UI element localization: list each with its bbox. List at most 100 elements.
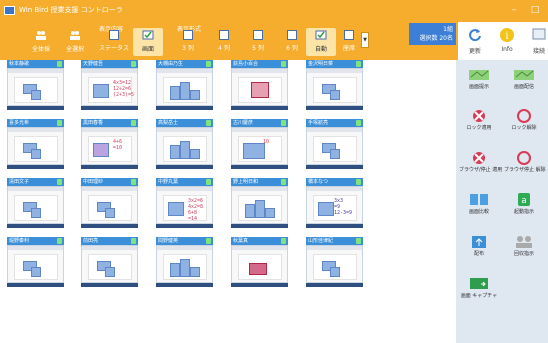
thumbnail-document bbox=[88, 195, 132, 221]
maximize-button[interactable]: □ bbox=[527, 3, 543, 18]
status-lock-icon bbox=[281, 179, 286, 185]
student-tile[interactable]: 山形佳津紀 bbox=[306, 237, 363, 287]
panel-button-screen-compare[interactable]: 画面比較 bbox=[459, 188, 499, 226]
student-screen-thumbnail[interactable]: 10 bbox=[231, 127, 288, 165]
student-screen-thumbnail[interactable] bbox=[306, 127, 363, 165]
status-lock-icon bbox=[206, 120, 211, 126]
refresh-button[interactable]: 更新 bbox=[460, 24, 490, 58]
thumbnail-shape bbox=[180, 141, 190, 159]
student-tile[interactable]: 金沢明日菜 bbox=[306, 60, 363, 110]
student-tile[interactable]: 秋葉真 bbox=[231, 237, 288, 287]
student-tile[interactable]: 黒田春香 4+6 =10 bbox=[81, 119, 138, 169]
screen-view-button[interactable]: 画面 bbox=[133, 28, 163, 56]
info-button[interactable]: i Info bbox=[492, 24, 522, 58]
student-screen-thumbnail[interactable]: 4+6 =10 bbox=[81, 127, 138, 165]
student-tile[interactable]: 橋本なつ 3x3 =9 12-3=9 bbox=[306, 178, 363, 228]
student-tile-header: 中野丸葉 bbox=[156, 178, 213, 186]
student-screen-thumbnail[interactable] bbox=[7, 186, 64, 224]
student-tile[interactable]: 秋本静歌 bbox=[7, 60, 64, 110]
layout-5-columns-button[interactable]: 5 列 bbox=[243, 28, 273, 56]
student-tile[interactable]: 古川慶彦 10 bbox=[231, 119, 288, 169]
layout-4-columns-button[interactable]: 4 列 bbox=[209, 28, 239, 56]
student-tile[interactable]: 前田亮 bbox=[81, 237, 138, 287]
student-tile-header: 秋本静歌 bbox=[7, 60, 64, 68]
student-tile[interactable]: 手塚航亮 bbox=[306, 119, 363, 169]
select-all-students-button[interactable]: 全体採 bbox=[26, 28, 56, 56]
minimize-button[interactable]: – bbox=[506, 3, 522, 18]
student-name: 前田亮 bbox=[83, 238, 99, 244]
select-students-button[interactable]: 全選択 bbox=[60, 28, 90, 56]
student-screen-thumbnail[interactable]: 3x3 =9 12-3=9 bbox=[306, 186, 363, 224]
thumbnail-document bbox=[163, 136, 207, 162]
layout-seat-button[interactable]: 座席 bbox=[334, 28, 364, 56]
panel-button-screen-distribute[interactable]: 画面配信 bbox=[504, 63, 544, 101]
status-view-button[interactable]: ステータス bbox=[99, 28, 129, 56]
panel-button-lock-apply[interactable]: ロック適用 bbox=[459, 104, 499, 142]
student-screen-thumbnail[interactable] bbox=[7, 127, 64, 165]
student-screen-thumbnail[interactable]: 3x2=6 4x2=8 6+8 =14 bbox=[156, 186, 213, 224]
thumbnail-document bbox=[313, 136, 357, 162]
student-screen-thumbnail[interactable] bbox=[231, 186, 288, 224]
student-screen-thumbnail[interactable] bbox=[7, 68, 64, 106]
student-screen-thumbnail[interactable] bbox=[306, 68, 363, 106]
layout-3-columns-button[interactable]: 3 列 bbox=[173, 28, 203, 56]
student-tile-header: 手塚航亮 bbox=[306, 119, 363, 127]
connect-button[interactable]: 接続 bbox=[524, 24, 548, 58]
thumbnail-shape bbox=[31, 90, 41, 100]
student-tile-footer bbox=[306, 106, 363, 110]
lock-release-icon bbox=[517, 109, 531, 123]
student-tile[interactable]: 喜多光希 bbox=[7, 119, 64, 169]
student-screen-thumbnail[interactable] bbox=[156, 68, 213, 106]
student-tile[interactable]: 堀野秦利 bbox=[7, 237, 64, 287]
thumbnail-titlebar bbox=[157, 246, 212, 250]
thumbnail-titlebar bbox=[307, 187, 362, 191]
student-tile[interactable]: 大槻由乃生 bbox=[156, 60, 213, 110]
student-name: 高梨岳士 bbox=[158, 120, 179, 126]
thumbnail-shape bbox=[190, 149, 200, 159]
student-screen-thumbnail[interactable] bbox=[306, 245, 363, 283]
student-tile-footer bbox=[7, 224, 64, 228]
student-screen-thumbnail[interactable]: 4x3=12 12÷2=6 (2+3)=5 bbox=[81, 68, 138, 106]
thumbnail-document bbox=[14, 254, 58, 280]
thumbnail-shape bbox=[168, 202, 184, 216]
student-tile[interactable]: 中野丸葉 3x2=6 4x2=8 6+8 =14 bbox=[156, 178, 213, 228]
panel-button-distribute[interactable]: 配布 bbox=[459, 230, 499, 268]
layout-auto-button[interactable]: 自動 bbox=[306, 28, 336, 56]
thumbnail-document bbox=[163, 254, 207, 280]
student-tile[interactable]: 天野健吾 4x3=12 12÷2=6 (2+3)=5 bbox=[81, 60, 138, 110]
panel-button-label: 画面 キャプチャ bbox=[460, 293, 498, 299]
student-tile[interactable]: 高梨岳士 bbox=[156, 119, 213, 169]
student-screen-thumbnail[interactable] bbox=[231, 245, 288, 283]
square-icon bbox=[253, 30, 263, 40]
student-screen-thumbnail[interactable] bbox=[156, 127, 213, 165]
student-tile[interactable]: 清田文子 bbox=[7, 178, 64, 228]
student-screen-thumbnail[interactable] bbox=[156, 245, 213, 283]
thumbnail-shape bbox=[170, 263, 180, 277]
panel-button-launch[interactable]: a 起動指示 bbox=[504, 188, 544, 226]
square-icon bbox=[183, 30, 193, 40]
student-tile-header: 中田理紗 bbox=[81, 178, 138, 186]
svg-text:i: i bbox=[505, 31, 508, 42]
student-tile[interactable]: 間野健英 bbox=[156, 237, 213, 287]
student-screen-thumbnail[interactable] bbox=[81, 186, 138, 224]
status-lock-icon bbox=[206, 179, 211, 185]
panel-button-collect[interactable]: 回収指示 bbox=[504, 230, 544, 268]
thumbnail-titlebar bbox=[8, 69, 63, 73]
panel-button-lock-release[interactable]: ロック解除 bbox=[504, 104, 544, 142]
panel-button-screen-present[interactable]: 画面提示 bbox=[459, 63, 499, 101]
student-tile-header: 橋本なつ bbox=[306, 178, 363, 186]
student-tile[interactable]: 荻島小百合 bbox=[231, 60, 288, 110]
panel-button-browser-block-release[interactable]: ブラウザ停止 解除 bbox=[504, 146, 546, 184]
layout-6-columns-button[interactable]: 6 列 bbox=[277, 28, 307, 56]
thumbnail-document: 4+6 =10 bbox=[88, 136, 132, 162]
student-tile[interactable]: 野上明日和 bbox=[231, 178, 288, 228]
student-screen-thumbnail[interactable] bbox=[81, 245, 138, 283]
student-tile[interactable]: 中田理紗 bbox=[81, 178, 138, 228]
panel-button-browser-block-apply[interactable]: ブラウザ/停止 適用 bbox=[459, 146, 502, 184]
student-screen-thumbnail[interactable] bbox=[231, 68, 288, 106]
student-screen-thumbnail[interactable] bbox=[7, 245, 64, 283]
panel-button-screen-capture[interactable]: 画面 キャプチャ bbox=[459, 272, 499, 310]
seat-dropdown-arrow[interactable]: ▼ bbox=[361, 32, 369, 48]
panel-button-label: 画面配信 bbox=[513, 84, 534, 90]
thumbnail-shape bbox=[170, 86, 180, 100]
